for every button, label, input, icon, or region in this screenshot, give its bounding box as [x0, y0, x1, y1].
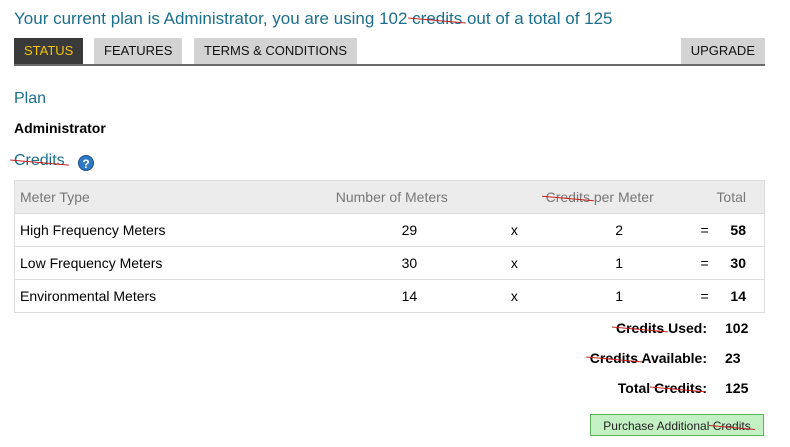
- tab-upgrade[interactable]: UPGRADE: [680, 38, 765, 64]
- cell-total: 58: [715, 213, 765, 247]
- cell-count: 14: [334, 279, 485, 313]
- cell-meter-type: High Frequency Meters: [14, 213, 335, 247]
- credits-used-suffix: Used:: [664, 320, 707, 336]
- headline-suffix: out of a total of 125: [462, 9, 613, 28]
- cell-count: 30: [334, 246, 485, 280]
- header-meter-type: Meter Type: [14, 180, 335, 214]
- total-credits-struck: Credits: [654, 380, 703, 396]
- credits-available-label: Credits Available:: [590, 350, 707, 366]
- cell-per-meter: 1: [544, 246, 694, 280]
- header-spacer: [484, 180, 545, 214]
- credits-available-struck: Credits: [589, 350, 638, 366]
- cell-count: 29: [334, 213, 485, 247]
- total-credits-label: Total Credits:: [618, 380, 707, 396]
- cell-times: x: [484, 279, 545, 313]
- credits-used-value: 102: [725, 320, 749, 336]
- cell-per-meter: 2: [544, 213, 694, 247]
- cell-equals: =: [693, 246, 716, 280]
- tab-bar: STATUS FEATURES TERMS & CONDITIONS UPGRA…: [14, 38, 765, 66]
- help-icon[interactable]: ?: [78, 155, 94, 171]
- plan-heading: Plan: [14, 90, 47, 107]
- cell-total: 14: [715, 279, 765, 313]
- tab-terms-conditions[interactable]: TERMS & CONDITIONS: [194, 38, 358, 64]
- tab-features[interactable]: FEATURES: [94, 38, 183, 64]
- table-row: Environmental Meters 14 x 1 = 14: [14, 279, 765, 313]
- total-credits-suffix: :: [702, 380, 707, 396]
- header-per-struck: Credits: [545, 189, 590, 205]
- purchase-button-prefix: Purchase Additional: [603, 419, 713, 433]
- cell-meter-type: Low Frequency Meters: [14, 246, 335, 280]
- purchase-button-struck: Credits: [713, 415, 751, 437]
- header-per-suffix: per Meter: [589, 189, 654, 205]
- header-number-of-meters: Number of Meters: [334, 180, 485, 214]
- cell-total: 30: [715, 246, 765, 280]
- table-header-row: Meter Type Number of Meters Credits per …: [14, 180, 765, 214]
- cell-times: x: [484, 246, 545, 280]
- cell-per-meter: 1: [544, 279, 694, 313]
- headline-prefix: Your current plan is Administrator, you …: [14, 9, 413, 28]
- table-row: High Frequency Meters 29 x 2 = 58: [14, 213, 765, 247]
- plan-name: Administrator: [14, 120, 106, 136]
- header-spacer: [693, 180, 716, 214]
- credits-heading: Credits: [14, 152, 65, 170]
- cell-meter-type: Environmental Meters: [14, 279, 335, 313]
- credits-used-label: Credits Used:: [616, 320, 707, 336]
- purchase-additional-credits-button[interactable]: Purchase Additional Credits: [590, 414, 764, 436]
- total-credits-prefix: Total: [617, 380, 655, 396]
- cell-equals: =: [693, 213, 716, 247]
- credits-available-suffix: Available:: [638, 350, 707, 366]
- credits-heading-text: Credits: [14, 152, 65, 169]
- header-credits-per-meter: Credits per Meter: [544, 180, 694, 214]
- credits-used-struck: Credits: [615, 320, 665, 336]
- page-headline: Your current plan is Administrator, you …: [14, 9, 613, 29]
- credits-available-value: 23: [725, 350, 741, 366]
- header-total: Total: [715, 180, 765, 214]
- meter-table: Meter Type Number of Meters Credits per …: [14, 180, 765, 313]
- total-credits-value: 125: [725, 380, 749, 396]
- cell-equals: =: [693, 279, 716, 313]
- headline-struck-word: credits: [412, 9, 463, 28]
- tab-status[interactable]: STATUS: [14, 38, 84, 64]
- table-row: Low Frequency Meters 30 x 1 = 30: [14, 246, 765, 280]
- cell-times: x: [484, 213, 545, 247]
